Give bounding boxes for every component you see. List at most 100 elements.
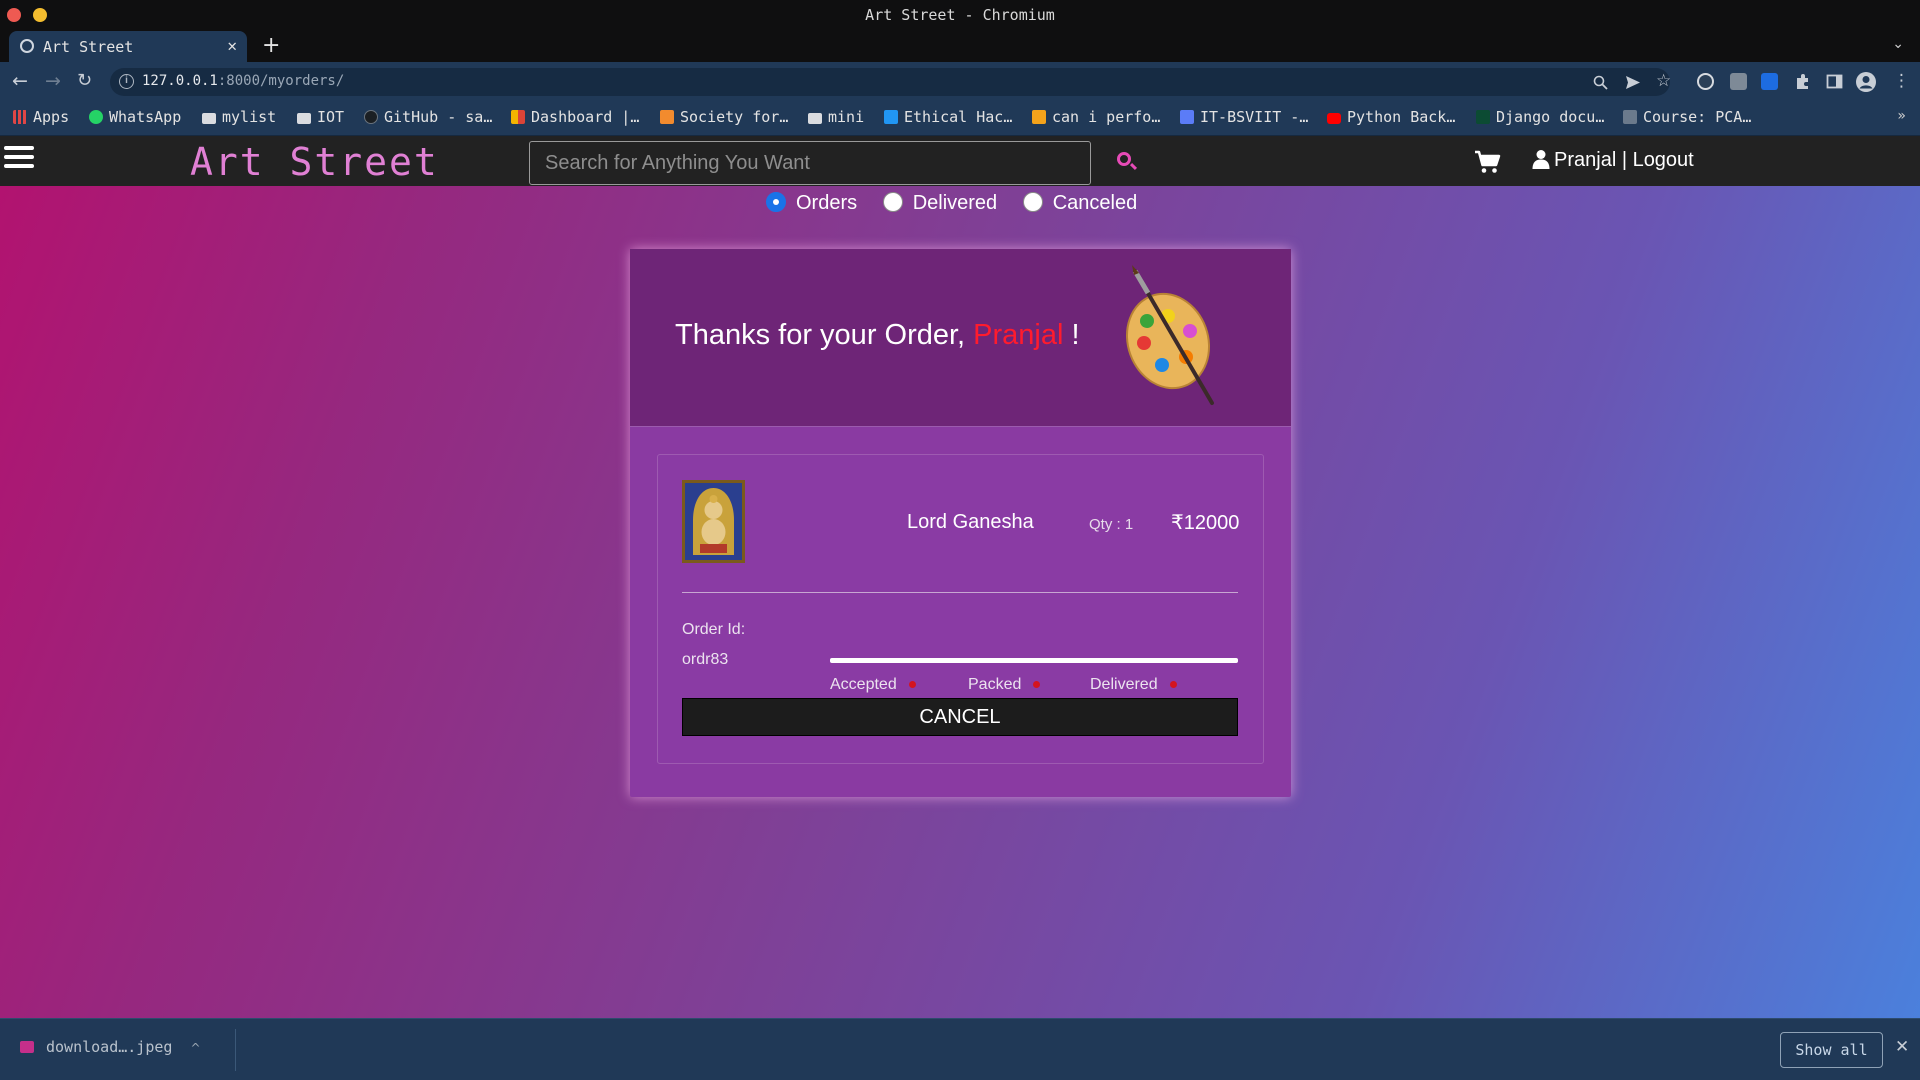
folder-icon [202,113,216,124]
bookmark-iot[interactable]: IOT [297,108,344,130]
brand-logo[interactable]: Art Street [190,140,439,184]
product-name[interactable]: Lord Ganesha [907,511,1034,534]
bookmark-star-icon[interactable]: ☆ [1656,71,1671,91]
extension-h-icon[interactable] [1761,73,1778,90]
site-navbar: Art Street Pranjal | Logout [0,136,1920,186]
window-titlebar: Art Street - Chromium [0,0,1920,30]
product-thumbnail[interactable] [682,480,745,563]
whatsapp-icon [89,110,103,124]
site-info-icon[interactable]: i [119,74,134,89]
tab-strip: Art Street ✕ [0,30,1920,62]
browser-toolbar: ← → ↻ i 127.0.0.1:8000/myorders/ ☆ ⋮ [0,62,1920,102]
paint-palette-icon [1125,265,1214,405]
chevron-up-icon[interactable]: ^ [190,1041,200,1055]
stage-status-dot [1169,681,1177,688]
ethical-hacking-icon [884,110,898,124]
image-file-icon [20,1041,34,1053]
product-quantity: Qty : 1 [1089,516,1134,533]
order-progress-track [830,658,1238,663]
item-divider [682,592,1238,593]
extension-translate-icon[interactable] [1730,73,1747,90]
teams-icon [1180,110,1194,124]
download-shelf: download….jpeg ^ Show all ✕ [0,1018,1920,1080]
profile-avatar-icon[interactable] [1855,71,1877,93]
stage-packed: Packed [968,676,1041,694]
tab-art-street[interactable]: Art Street ✕ [9,31,247,62]
cart-icon[interactable] [1474,150,1502,174]
bookmark-mylist[interactable]: mylist [202,108,276,130]
close-download-bar-icon[interactable]: ✕ [1895,1037,1909,1057]
django-icon [1476,110,1490,124]
globe-icon [20,39,34,53]
extension-glasses-icon[interactable] [1697,73,1714,90]
order-id-label: Order Id: [682,621,746,638]
order-card: Thanks for your Order, Pranjal ! Lord Ga… [630,249,1291,797]
tab-search-chevron-icon[interactable]: ⌄ [1892,36,1904,52]
thank-you-message: Thanks for your Order, Pranjal ! [675,319,1080,351]
filter-canceled[interactable]: Canceled [1022,192,1137,215]
order-item: Lord Ganesha Qty : 1 ₹12000 Order Id: or… [657,454,1264,764]
bookmark-can-i-perform[interactable]: can i perfo… [1032,108,1160,130]
download-divider [235,1029,236,1071]
bookmark-github[interactable]: GitHub - sa… [364,108,492,130]
filter-delivered[interactable]: Delivered [882,192,997,215]
bookmarks-overflow-icon[interactable]: » [1897,108,1906,124]
user-logout-link[interactable]: Pranjal | Logout [1532,149,1694,172]
bookmark-python-back[interactable]: Python Back… [1327,108,1455,130]
github-icon [364,110,378,124]
bookmark-apps[interactable]: Apps [13,108,69,130]
send-tab-icon[interactable] [1625,75,1641,90]
user-icon [1532,150,1550,169]
hamburger-menu-icon[interactable] [4,146,34,172]
back-arrow-icon[interactable]: ← [12,70,28,92]
new-tab-button[interactable]: + [262,33,280,58]
order-card-header: Thanks for your Order, Pranjal ! [630,249,1291,427]
dashboard-icon [511,110,525,124]
customer-name: Pranjal [973,319,1064,351]
bookmark-mini[interactable]: mini [808,108,864,130]
side-panel-icon[interactable] [1826,73,1843,90]
cancel-order-button[interactable]: CANCEL [682,698,1238,736]
url-text: 127.0.0.1:8000/myorders/ [142,73,345,89]
radio-orders[interactable] [766,192,786,212]
stage-delivered: Delivered [1090,676,1177,694]
window-title: Art Street - Chromium [865,6,1055,24]
search-icon[interactable] [1115,150,1139,174]
bookmark-it-bsviit[interactable]: IT-BSVIIT -… [1180,108,1308,130]
stage-status-dot [1033,681,1041,688]
bookmark-course-pca[interactable]: Course: PCA… [1623,108,1751,130]
bookmark-dashboard[interactable]: Dashboard |… [511,108,639,130]
apps-grid-icon [13,110,27,124]
download-item[interactable]: download….jpeg ^ [20,1038,201,1056]
product-price: ₹12000 [1171,512,1240,534]
bookmark-whatsapp[interactable]: WhatsApp [89,108,181,130]
bookmark-ethical-hacking[interactable]: Ethical Hac… [884,108,1012,130]
radio-delivered[interactable] [882,192,903,212]
bookmarks-bar: Apps WhatsApp mylist IOT GitHub - sa… Da… [0,102,1920,136]
folder-icon [808,113,822,124]
filter-orders[interactable]: Orders [766,192,857,215]
reload-icon[interactable]: ↻ [77,70,92,91]
order-id-value: ordr83 [682,651,729,668]
search-input[interactable] [529,141,1091,185]
bookmark-icon [1032,110,1046,124]
folder-icon [297,113,311,124]
bookmark-django-docs[interactable]: Django docu… [1476,108,1604,130]
stage-accepted: Accepted [830,676,916,694]
page-content: Art Street Pranjal | Logout Orders Deliv… [0,136,1920,1018]
show-all-downloads-button[interactable]: Show all [1780,1032,1883,1068]
order-filter-group: Orders Delivered Canceled [766,192,1157,222]
course-icon [1623,110,1637,124]
society-icon [660,110,674,124]
address-bar[interactable]: i 127.0.0.1:8000/myorders/ ☆ [110,68,1671,96]
browser-menu-icon[interactable]: ⋮ [1893,71,1910,91]
forward-arrow-icon[interactable]: → [45,70,61,92]
youtube-icon [1327,113,1341,124]
tab-label: Art Street [43,38,134,56]
radio-canceled[interactable] [1022,192,1043,212]
zoom-icon[interactable] [1593,75,1608,90]
extensions-puzzle-icon[interactable] [1794,73,1811,90]
close-tab-icon[interactable]: ✕ [227,36,237,55]
stage-status-dot [908,681,916,688]
bookmark-society[interactable]: Society for… [660,108,788,130]
